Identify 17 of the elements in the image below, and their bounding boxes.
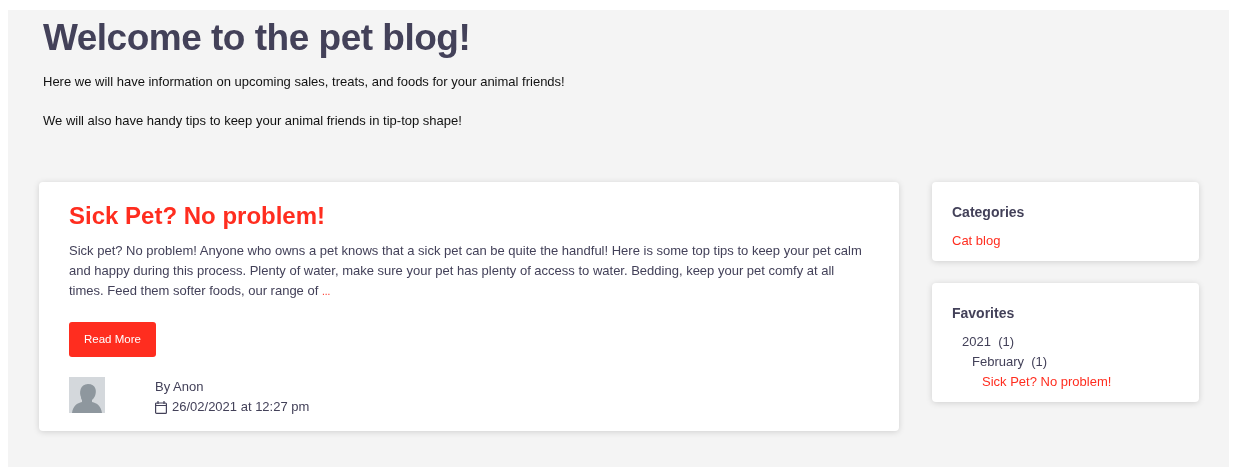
post-excerpt: Sick pet? No problem! Anyone who owns a pet knows that a sick pet can be quite the handful! Here is some top tips to keep your pet calm and happy during this process. Plenty of water, make sure your pet has plenty of access to water. Bedding, keep your pet comfy at all times. Feed them softer foods, our range of ... [69, 242, 863, 301]
intro-text: Here we will have information on upcoming sales, treats, and foods for your animal friends! [43, 73, 566, 92]
post-date: 26/02/2021 at 12:27 pm [172, 398, 310, 417]
read-more-button[interactable]: Read More [69, 322, 156, 358]
category-link[interactable]: Cat blog [952, 231, 1179, 251]
more-link[interactable]: ... [321, 286, 331, 298]
widget-title: Categories [952, 203, 1026, 223]
calendar-icon [155, 400, 167, 414]
archive-node[interactable]: 2021 (1) [952, 331, 1179, 352]
archive-node[interactable]: February (1) [952, 351, 1179, 372]
intro-text: We will also have handy tips to keep your animal friends in tip-top shape! [43, 111, 463, 130]
post-author: By Anon [155, 378, 205, 397]
avatar-icon [69, 377, 105, 414]
archive-post-link[interactable]: Sick Pet? No problem! [952, 371, 1179, 392]
widget-title: Favorites [952, 303, 1016, 323]
post-title[interactable]: Sick Pet? No problem! [69, 202, 869, 232]
page-title: Welcome to the pet blog! [43, 16, 472, 60]
